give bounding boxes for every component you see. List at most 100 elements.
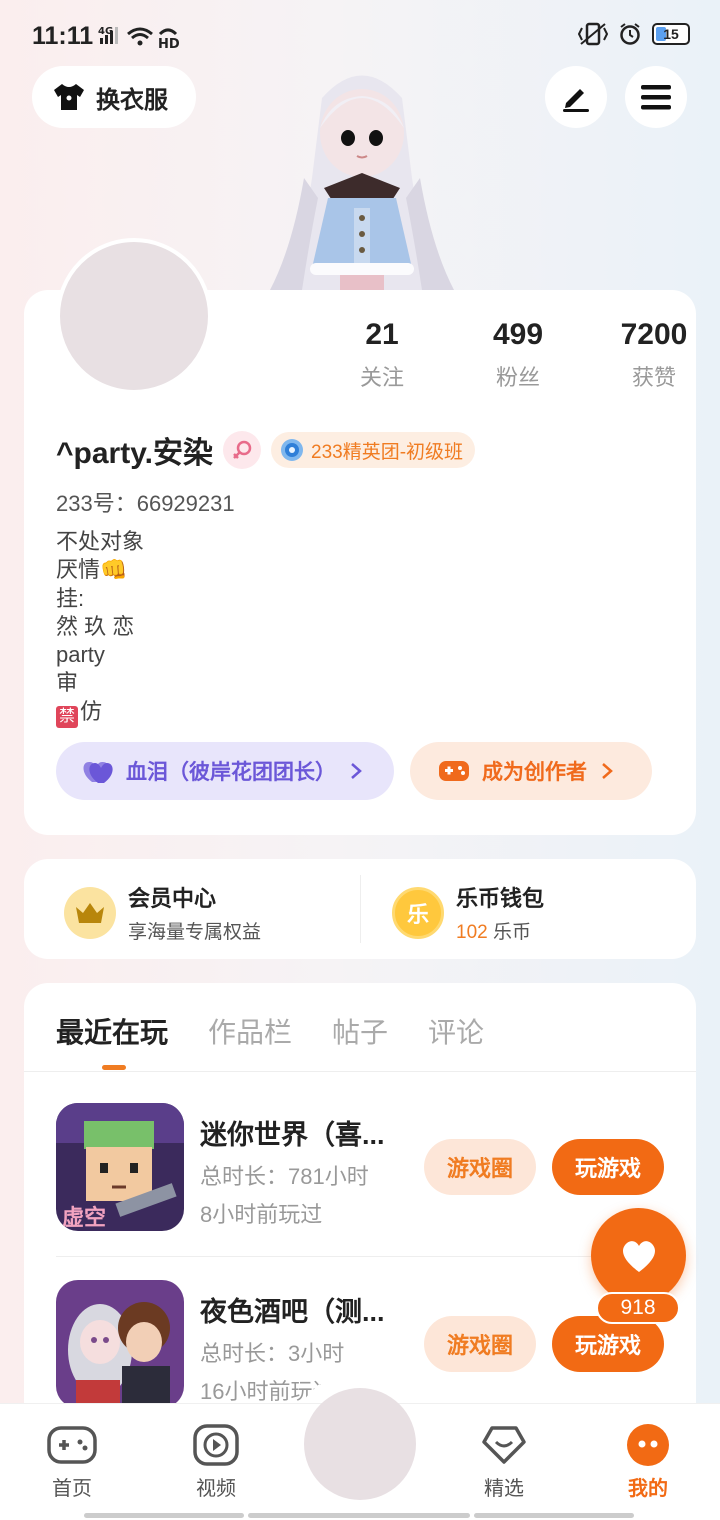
stat-fans-label: 粉丝 (495, 365, 540, 390)
member-center-title: 会员中心 (128, 886, 217, 911)
guild-button[interactable]: 血泪（彼岸花团团长） (56, 742, 394, 800)
chevron-right-icon (602, 763, 613, 779)
tab-posts[interactable]: 帖子 (332, 1011, 388, 1051)
nav-home-label: 首页 (52, 1478, 92, 1500)
play-game-button[interactable]: 玩游戏 (552, 1139, 664, 1195)
bio-line-text: 仿 (80, 698, 103, 724)
member-center-subtitle: 享海量专属权益 (128, 922, 262, 943)
gesture-bar (248, 1513, 470, 1518)
user-bio: 不处对象 厌情👊 挂: 然 玖 恋 party 审 禁仿 (56, 528, 144, 728)
user-id-value: 66929231 (136, 491, 235, 516)
heart-diamond-icon (482, 1426, 526, 1464)
gamepad-icon (47, 1426, 97, 1464)
alarm-icon (620, 23, 640, 45)
change-outfit-label: 换衣服 (96, 86, 168, 114)
guild-button-label: 血泪（彼岸花团团长） (126, 761, 336, 784)
game-circle-button[interactable]: 游戏圈 (424, 1139, 536, 1195)
signal-wifi-icons: 4G HD (98, 26, 180, 50)
game-row[interactable]: 虚空 迷你世界（喜... 总时长：781小时 8小时前玩过 游戏圈 玩游戏 (56, 1103, 664, 1233)
nav-me[interactable]: 我的 (603, 1422, 693, 1501)
like-count-badge: 918 (596, 1292, 680, 1324)
coin-unit: 乐币 (487, 922, 531, 943)
username: ^party.安染 (56, 437, 213, 470)
game-title: 迷你世界（喜... (200, 1120, 385, 1150)
active-tab-indicator (102, 1065, 126, 1070)
name-row: ^party.安染 233精英团-初级班 (56, 428, 476, 472)
battery-indicator: 15 (652, 23, 690, 45)
nav-featured[interactable]: 精选 (459, 1422, 549, 1501)
coin-amount: 102 (456, 922, 488, 943)
gender-badge[interactable] (223, 431, 261, 469)
bio-line: 然 玖 恋 (56, 613, 135, 639)
stat-likes-label: 获赞 (631, 365, 676, 390)
nav-video[interactable]: 视频 (171, 1422, 261, 1501)
membership-wallet-card: 会员中心 享海量专属权益 乐 乐币钱包 102 乐币 (24, 859, 696, 959)
game-circle-button[interactable]: 游戏圈 (424, 1316, 536, 1372)
change-outfit-button[interactable]: 换衣服 (32, 66, 196, 128)
bio-line: 禁仿 (56, 698, 144, 728)
nav-me-label: 我的 (628, 1478, 668, 1500)
menu-button[interactable] (625, 66, 687, 128)
profile-stats: 21 关注 499 粉丝 7200 获赞 (314, 318, 720, 392)
me-face-icon (627, 1424, 669, 1466)
bio-line: 审 (56, 670, 79, 696)
double-heart-icon (83, 761, 113, 783)
vibrate-icon (578, 22, 608, 46)
user-avatar[interactable] (56, 238, 212, 394)
nav-home[interactable]: 首页 (27, 1422, 117, 1501)
edit-profile-button[interactable] (545, 66, 607, 128)
nav-center-avatar[interactable] (304, 1388, 416, 1500)
member-center-entry[interactable]: 会员中心 享海量专属权益 (64, 881, 261, 944)
tab-comments[interactable]: 评论 (428, 1011, 484, 1051)
game-icon-mini-world[interactable]: 虚空 (56, 1103, 184, 1231)
stat-following-value: 21 (365, 318, 399, 351)
play-game-button[interactable]: 玩游戏 (552, 1316, 664, 1372)
svg-text:虚空: 虚空 (62, 1205, 106, 1231)
game-title: 夜色酒吧（测... (200, 1297, 385, 1327)
floating-like-button[interactable] (591, 1208, 686, 1303)
profile-tabs: 最近在玩 作品栏 帖子 评论 (56, 1011, 484, 1051)
ban-emoji: 禁 (56, 705, 78, 728)
stat-following-label: 关注 (359, 365, 404, 390)
become-creator-button[interactable]: 成为创作者 (410, 742, 652, 800)
avatar-character-illustration[interactable] (262, 58, 462, 290)
coin-wallet-entry[interactable]: 乐 乐币钱包 102 乐币 (392, 881, 544, 944)
guild-level-text: 233精英团-初级班 (311, 441, 464, 463)
gamepad-icon (439, 761, 469, 781)
shirt-icon (54, 84, 84, 110)
tab-works[interactable]: 作品栏 (208, 1011, 292, 1051)
le-coin-glyph: 乐 (406, 901, 429, 927)
stat-following[interactable]: 21 关注 (314, 318, 450, 392)
hd-label: HD (158, 37, 180, 50)
become-creator-label: 成为创作者 (482, 761, 587, 784)
tabs-divider (24, 1071, 696, 1072)
female-symbol-icon (233, 440, 252, 459)
stat-likes-value: 7200 (620, 318, 688, 351)
stat-likes[interactable]: 7200 获赞 (586, 318, 720, 392)
row-divider (56, 1256, 664, 1257)
crown-icon (64, 886, 116, 939)
user-id-label: 233号： (56, 491, 137, 516)
user-id: 233号：66929231 (56, 486, 235, 518)
nav-video-label: 视频 (196, 1478, 236, 1500)
gesture-bar (474, 1513, 634, 1518)
bio-line: 不处对象 (56, 529, 145, 554)
game-last-played: 8小时前玩过 (200, 1202, 323, 1227)
nav-featured-label: 精选 (484, 1478, 524, 1500)
stat-fans[interactable]: 499 粉丝 (450, 318, 586, 392)
guild-level-badge[interactable]: 233精英团-初级班 (271, 432, 476, 468)
game-total-time: 总时长：781小时 (200, 1164, 369, 1189)
bio-line: party (56, 642, 105, 668)
le-coin-icon: 乐 (392, 886, 444, 939)
gem-badge-icon (281, 439, 303, 461)
tab-recently-played[interactable]: 最近在玩 (56, 1011, 168, 1051)
game-icon-night-bar[interactable] (56, 1280, 184, 1408)
coin-balance: 102 乐币 (456, 917, 544, 944)
stat-fans-value: 499 (492, 318, 544, 351)
chevron-right-icon (351, 763, 362, 779)
bio-line: 挂: (56, 585, 85, 611)
bio-line: 厌情👊 (56, 557, 128, 583)
video-play-icon (193, 1424, 239, 1466)
heart-icon (622, 1240, 655, 1272)
coin-wallet-title: 乐币钱包 (456, 886, 545, 911)
